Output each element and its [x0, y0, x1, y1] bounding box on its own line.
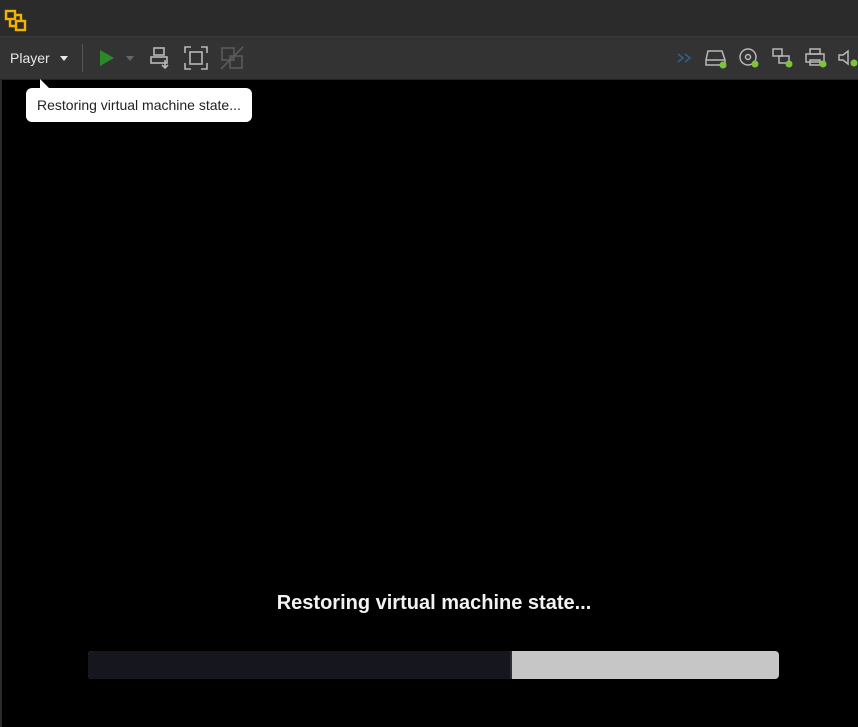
restore-progress-bar [88, 651, 779, 679]
player-menu-label: Player [10, 50, 50, 66]
hard-disk-button[interactable] [702, 44, 730, 72]
player-menu[interactable]: Player [4, 43, 74, 73]
chevron-down-icon [59, 55, 68, 61]
title-bar [0, 0, 858, 37]
printer-button[interactable] [802, 44, 830, 72]
restore-status-message: Restoring virtual machine state... [276, 592, 592, 614]
send-ctrl-alt-del-button[interactable] [146, 44, 174, 72]
network-adapter-button[interactable] [769, 44, 797, 72]
vmware-logo-icon [4, 9, 27, 32]
network-icon [677, 53, 692, 63]
cd-dvd-button[interactable] [735, 44, 763, 72]
window-left-border [0, 80, 2, 727]
unity-button[interactable] [218, 44, 246, 72]
full-screen-button[interactable] [182, 44, 210, 72]
cd-dvd-icon [739, 48, 759, 68]
full-screen-icon [184, 46, 208, 70]
sound-button[interactable] [834, 44, 858, 72]
progress-fill [88, 651, 512, 679]
play-dropdown-chevron-icon[interactable] [126, 56, 134, 61]
network-button[interactable] [672, 44, 700, 72]
hard-disk-icon [705, 50, 727, 69]
sound-icon [838, 49, 858, 67]
play-button[interactable] [92, 44, 120, 72]
toolbar: Player [0, 37, 858, 80]
printer-icon [805, 48, 827, 68]
network-adapter-icon [772, 48, 793, 68]
tooltip: Restoring virtual machine state... [26, 79, 252, 122]
send-ctrl-alt-del-icon [150, 47, 169, 70]
unity-icon [220, 46, 244, 70]
toolbar-separator [82, 44, 83, 72]
play-icon [100, 50, 114, 66]
